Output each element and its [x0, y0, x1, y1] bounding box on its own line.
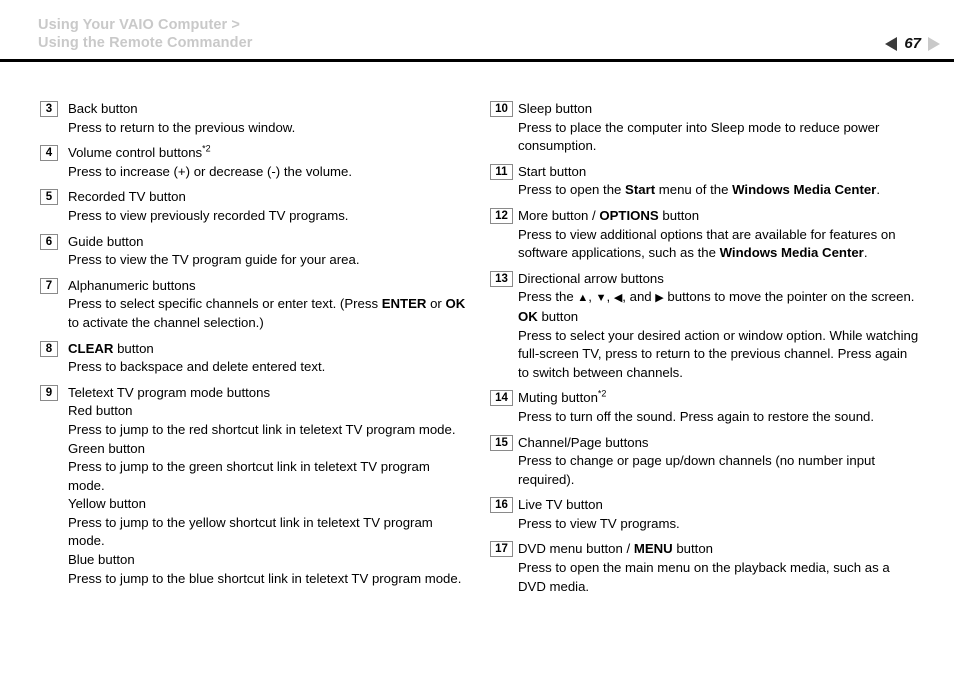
breadcrumb-line-2: Using the Remote Commander: [38, 35, 253, 51]
entry-title: Sleep button: [518, 101, 593, 116]
entry-description: Press to select your desired action or w…: [518, 327, 919, 380]
entry-description: Press to return to the previous window.: [68, 119, 296, 135]
entry-number-badge: 10: [490, 101, 513, 117]
numbered-entry: 5 Recorded TV button Press to view previou…: [40, 188, 470, 225]
entry-description: Press to jump to the blue shortcut link …: [68, 570, 462, 586]
entry-number-badge: 16: [490, 497, 513, 514]
numbered-entry: 12 More button / OPTIONS button Press to v…: [490, 207, 920, 263]
entry-title: DVD menu button / MENU button: [518, 541, 714, 557]
entry-number-badge: 5: [40, 189, 58, 206]
entry-number-badge: 15: [490, 434, 513, 451]
page-header: Using Your VAIO Computer > Using the Rem…: [0, 0, 954, 61]
entry-title: Volume control buttons*2: [68, 143, 211, 161]
entry-description: Press to backspace and delete entered te…: [68, 359, 326, 375]
page-number: 67: [904, 35, 921, 52]
breadcrumb: Using Your VAIO Computer > Using the Rem…: [38, 16, 253, 52]
numbered-entry: 6 Guide button Press to view the TV progra…: [40, 233, 470, 270]
entry-description: Press to increase (+) or decrease (-) th…: [68, 163, 353, 179]
entry-title: Channel/Page buttons: [518, 434, 649, 450]
entry-number-badge: 9: [40, 384, 58, 401]
entry-description: Press to place the computer into Sleep m…: [518, 119, 880, 154]
entry-description: Press to select specific channels or ent…: [68, 296, 466, 330]
entry-number-badge: 11: [490, 163, 513, 180]
entry-title: CLEAR button: [68, 340, 154, 356]
numbered-entry: 15 Channel/Page buttons Press to change or…: [490, 434, 920, 490]
entry-title: Directional arrow buttons: [518, 270, 664, 286]
triangle-right-icon[interactable]: [928, 37, 940, 51]
numbered-entry: 16 Live TV button Press to view TV program…: [490, 496, 920, 533]
entry-title: Alphanumeric buttons: [68, 277, 196, 293]
header-divider: [0, 59, 954, 62]
numbered-entry: 11 Start button Press to open the Start me…: [490, 163, 920, 200]
left-column: 3 Back button Press to return to the previ…: [40, 100, 470, 595]
entry-description: Press to open the Start menu of the Wind…: [518, 182, 880, 198]
numbered-entry: 17 DVD menu button / MENU button Press to …: [490, 540, 920, 596]
entry-description: Press to jump to the yellow shortcut lin…: [68, 514, 433, 549]
entry-number-badge: 14: [490, 390, 513, 407]
entry-number-badge: 4: [40, 145, 58, 162]
entry-number-badge: 12: [490, 207, 513, 224]
entry-description: OK button: [518, 308, 579, 324]
entry-title: Start button: [518, 163, 587, 179]
entry-description: Press to jump to the red shortcut link i…: [68, 421, 456, 437]
right-column: 10 Sleep button Press to place the compute…: [490, 100, 920, 603]
numbered-entry: 14 Muting button*2 Press to turn off the s…: [490, 389, 920, 426]
entry-description: Blue button: [68, 552, 135, 568]
entry-description: Press the ▲, ▼, ◀, and ▶ buttons to move…: [518, 289, 915, 305]
entry-description: Press to turn off the sound. Press again…: [518, 408, 875, 424]
entry-title: Live TV button: [518, 497, 603, 513]
entry-number-badge: 3: [40, 101, 58, 117]
entry-description: Press to view the TV program guide for y…: [68, 252, 360, 268]
entry-title: More button / OPTIONS button: [518, 207, 700, 223]
entry-number-badge: 13: [490, 270, 513, 287]
numbered-entry: 4 Volume control buttons*2 Press to increa…: [40, 144, 470, 181]
entry-number-badge: 17: [490, 541, 513, 558]
entry-description: Press to view additional options that ar…: [518, 226, 896, 261]
page-navigation: 67: [885, 34, 940, 54]
numbered-entry: 10 Sleep button Press to place the compute…: [490, 100, 920, 156]
entry-title: Muting button*2: [518, 388, 607, 406]
entry-description: Press to open the main menu on the playb…: [518, 560, 890, 594]
entry-number-badge: 6: [40, 233, 58, 250]
entry-title: Teletext TV program mode buttons: [68, 384, 271, 400]
numbered-entry: 3 Back button Press to return to the previ…: [40, 100, 470, 137]
numbered-entry: 7 Alphanumeric buttons Press to select spe…: [40, 277, 470, 333]
entry-description: Press to view previously recorded TV pro…: [68, 207, 349, 223]
numbered-entry: 8 CLEAR button Press to backspace and dele…: [40, 340, 470, 377]
entry-description: Red button: [68, 403, 133, 419]
numbered-entry: 9 Teletext TV program mode buttons Red but…: [40, 384, 470, 589]
entry-number-badge: 8: [40, 340, 58, 357]
entry-description: Green button: [68, 440, 145, 456]
entry-title: Guide button: [68, 233, 144, 249]
breadcrumb-line-1: Using Your VAIO Computer >: [38, 17, 240, 33]
entry-title: Recorded TV button: [68, 189, 186, 205]
entry-description: Press to jump to the green shortcut link…: [68, 459, 430, 493]
entry-title: Back button: [68, 101, 138, 116]
entry-description: Press to change or page up/down channels…: [518, 453, 876, 487]
triangle-left-icon[interactable]: [885, 37, 898, 51]
entry-description: Press to view TV programs.: [518, 515, 680, 531]
entry-number-badge: 7: [40, 277, 58, 294]
numbered-entry: 13 Directional arrow buttons Press the ▲, …: [490, 270, 920, 383]
entry-description: Yellow button: [68, 496, 146, 512]
